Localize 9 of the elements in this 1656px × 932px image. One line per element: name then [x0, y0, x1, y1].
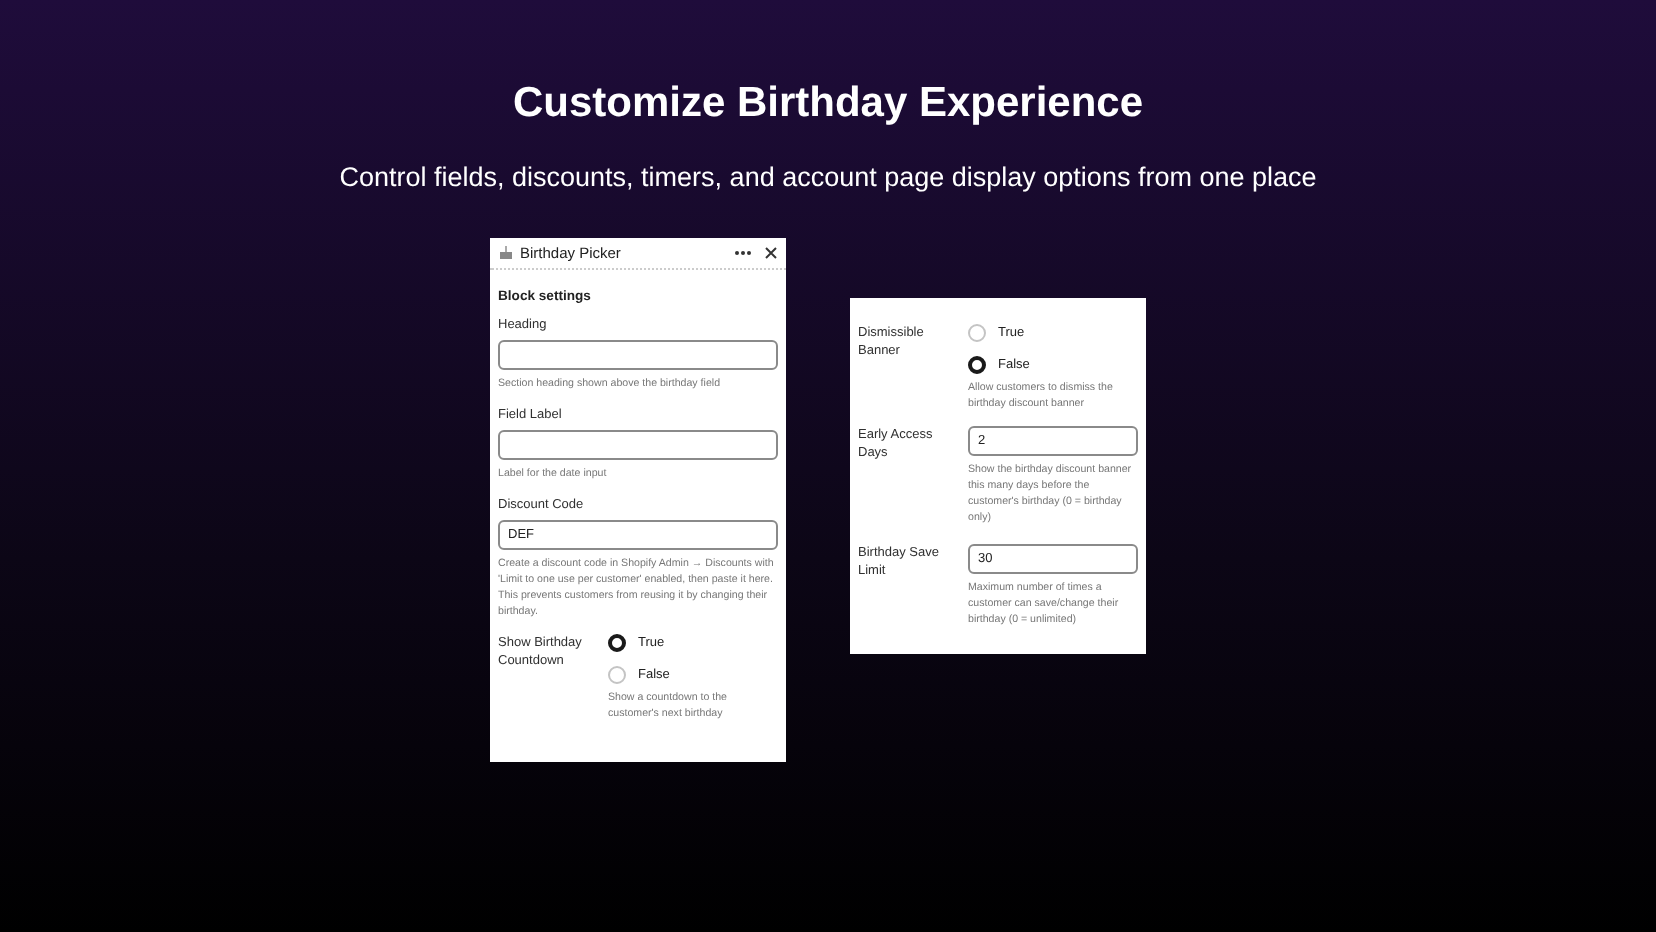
more-icon[interactable] — [734, 249, 752, 256]
page-title: Customize Birthday Experience — [510, 78, 1146, 130]
input-field[interactable] — [498, 429, 778, 460]
radio-button[interactable] — [968, 355, 986, 374]
radio-button[interactable] — [608, 634, 626, 653]
close-icon[interactable] — [764, 245, 778, 260]
input-field[interactable] — [498, 339, 778, 370]
page-subtitle: Control fields, discounts, timers, and account page display options from one place — [337, 159, 1319, 196]
cake-icon — [498, 244, 514, 261]
